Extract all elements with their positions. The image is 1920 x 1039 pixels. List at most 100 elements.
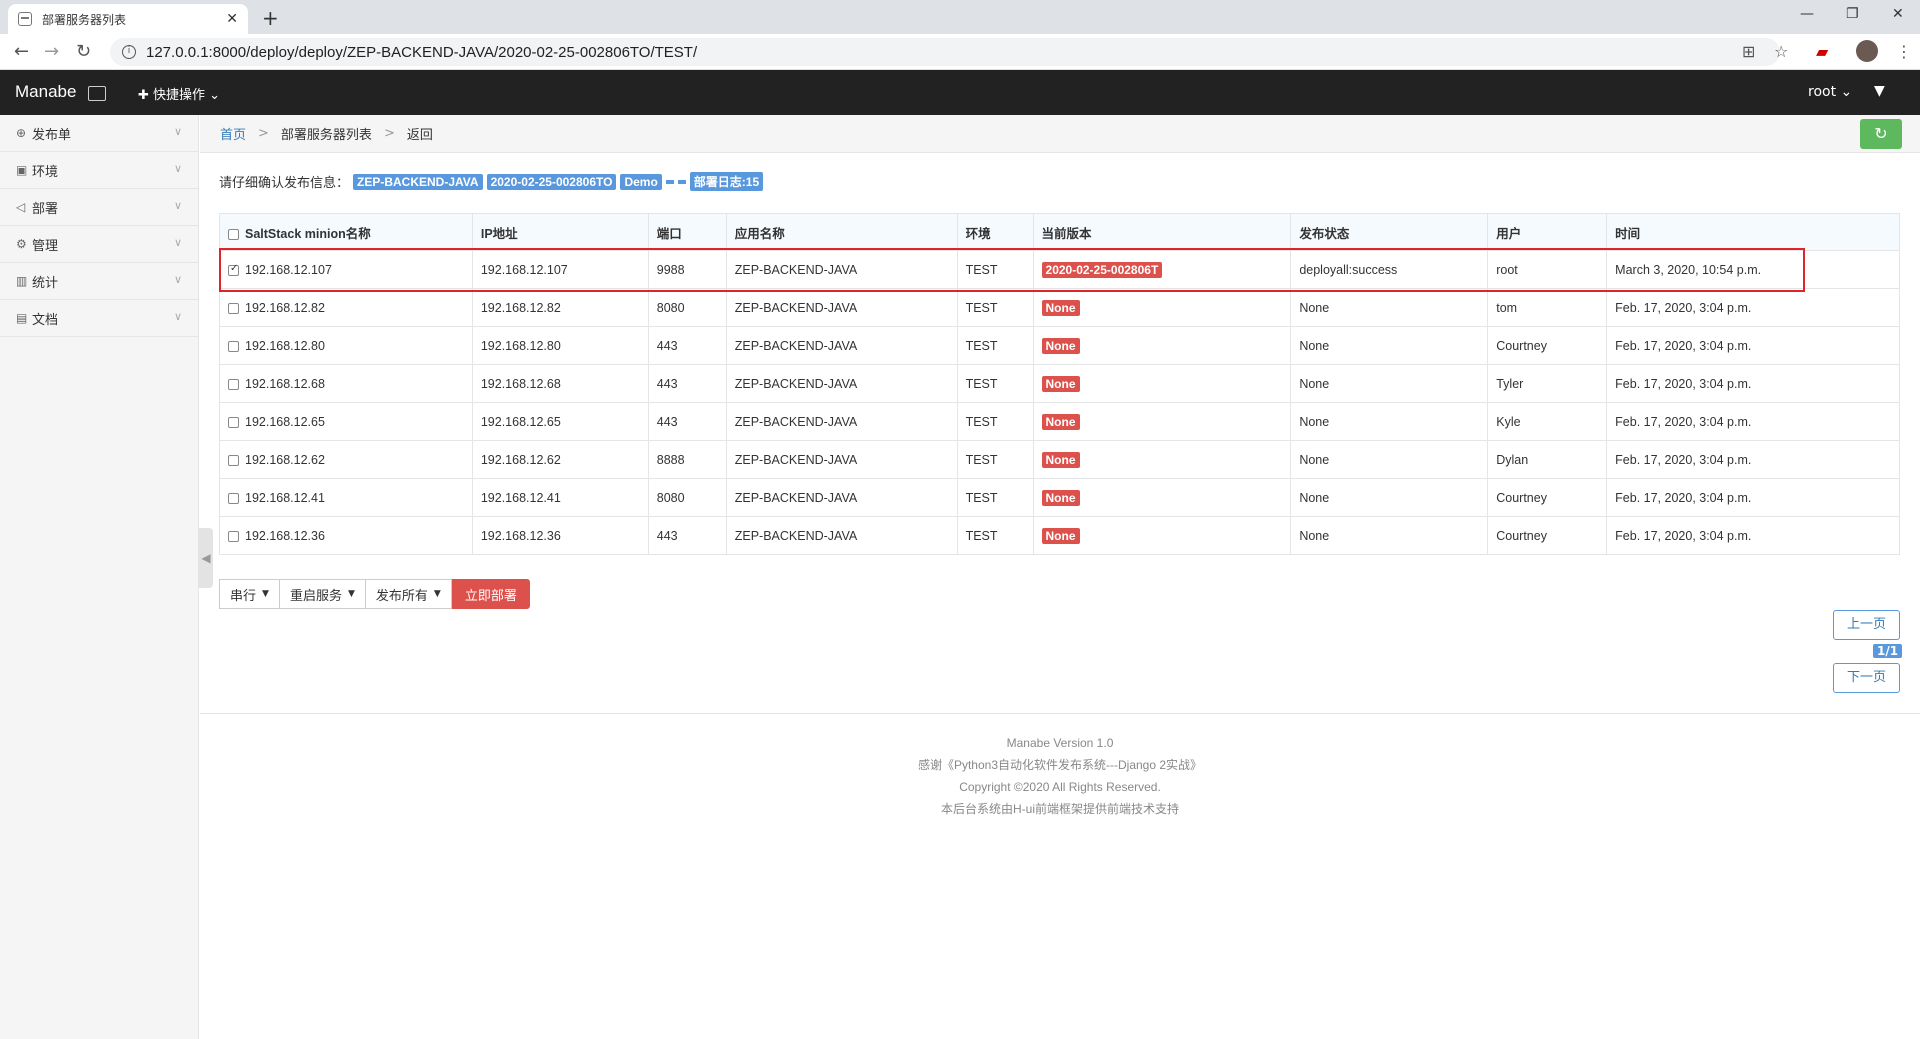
breadcrumb-back-link[interactable]: 返回 [407, 124, 433, 143]
site-info-icon[interactable]: i [122, 45, 136, 59]
brand-logo[interactable]: Manabe [15, 82, 76, 102]
breadcrumb-separator: > [383, 126, 395, 141]
env-cell: TEST [956, 440, 1034, 479]
page-indicator: 1/1 [1873, 644, 1903, 658]
restart-service-dropdown-button[interactable]: 重启服务 ▼ [279, 579, 366, 609]
row-checkbox[interactable] [228, 302, 239, 314]
app-cell: ZEP-BACKEND-JAVA [725, 402, 958, 441]
user-cell: Courtney [1487, 516, 1608, 555]
document-icon: ▤ [16, 311, 28, 325]
back-arrow-icon[interactable]: ← [14, 41, 29, 62]
env-cell: TEST [956, 478, 1034, 517]
sidebar-collapse-handle[interactable]: ◀ [199, 528, 213, 588]
table-row[interactable]: 192.168.12.36 192.168.12.36 443 ZEP-BACK… [219, 516, 1900, 555]
tab-title: 部署服务器列表 [42, 12, 127, 27]
forward-arrow-icon[interactable]: → [44, 41, 59, 62]
minimize-icon[interactable]: — [1800, 6, 1814, 22]
port-cell: 8888 [647, 440, 727, 479]
bar-chart-icon: ▥ [16, 274, 28, 288]
sidebar-item-stats[interactable]: ▥ 统计 ∨ [0, 263, 198, 300]
table-row[interactable]: 192.168.12.80 192.168.12.80 443 ZEP-BACK… [219, 326, 1900, 365]
serial-dropdown-button[interactable]: 串行 ▼ [219, 579, 280, 609]
table-header-row: SaltStack minion名称 IP地址 端口 应用名称 环境 当前版本 … [219, 213, 1900, 251]
row-checkbox[interactable] [228, 492, 239, 504]
window-close-icon[interactable]: ✕ [1892, 6, 1904, 22]
status-cell: None [1290, 402, 1489, 441]
row-checkbox[interactable] [228, 454, 239, 466]
table-row[interactable]: 192.168.12.65 192.168.12.65 443 ZEP-BACK… [219, 402, 1900, 441]
app-cell: ZEP-BACKEND-JAVA [725, 440, 958, 479]
browser-tab-strip: 部署服务器列表 ✕ + — ❐ ✕ [0, 0, 1920, 34]
ip-cell: 192.168.12.68 [471, 364, 649, 403]
row-checkbox[interactable] [228, 378, 239, 390]
sidebar-item-release[interactable]: ⊕ 发布单 ∨ [0, 115, 198, 152]
sidebar-item-label: 管理 [32, 238, 59, 254]
footer: Manabe Version 1.0 感谢《Python3自动化软件发布系统--… [200, 713, 1920, 820]
sidebar-item-manage[interactable]: ⚙ 管理 ∨ [0, 226, 198, 263]
port-cell: 9988 [647, 250, 727, 289]
time-cell: Feb. 17, 2020, 3:04 p.m. [1606, 516, 1900, 555]
sidebar-item-deploy[interactable]: ◁ 部署 ∨ [0, 189, 198, 226]
next-page-button[interactable]: 下一页 [1833, 663, 1900, 693]
row-checkbox[interactable] [228, 416, 239, 428]
translate-icon[interactable]: ⊞ [1742, 42, 1755, 61]
table-row[interactable]: 192.168.12.107 192.168.12.107 9988 ZEP-B… [219, 250, 1900, 289]
page-favicon-icon [18, 12, 32, 26]
chevron-down-icon: ∨ [173, 199, 182, 212]
env-label: Demo [620, 173, 662, 190]
user-menu[interactable]: root ⌄ [1808, 84, 1852, 100]
version-cell: 2020-02-25-002806T [1032, 250, 1292, 289]
ip-cell: 192.168.12.80 [471, 326, 649, 365]
address-bar[interactable]: i 127.0.0.1:8000/deploy/deploy/ZEP-BACKE… [110, 38, 1780, 66]
version-badge: None [1041, 489, 1080, 506]
column-header: SaltStack minion名称 [219, 213, 473, 251]
breadcrumb: 首页 > 部署服务器列表 > 返回 [200, 115, 1920, 153]
user-cell: Courtney [1487, 326, 1608, 365]
user-cell: Tyler [1487, 364, 1608, 403]
refresh-button[interactable]: ↻ [1860, 119, 1902, 149]
column-header: 应用名称 [725, 213, 958, 251]
env-cell: TEST [956, 326, 1034, 365]
app-cell: ZEP-BACKEND-JAVA [725, 364, 958, 403]
version-cell: None [1032, 326, 1292, 365]
caret-down-icon: ▼ [347, 589, 355, 599]
version-badge: None [1041, 337, 1080, 354]
deploy-all-dropdown-button[interactable]: 发布所有 ▼ [365, 579, 452, 609]
table-row[interactable]: 192.168.12.62 192.168.12.62 8888 ZEP-BAC… [219, 440, 1900, 479]
sidebar-item-label: 环境 [32, 164, 59, 180]
version-cell: None [1032, 288, 1292, 327]
confirm-text: 请仔细确认发布信息： [219, 176, 350, 191]
port-cell: 8080 [647, 478, 727, 517]
row-checkbox[interactable] [228, 263, 239, 276]
prev-page-button[interactable]: 上一页 [1833, 610, 1900, 640]
skin-tshirt-icon[interactable]: ▼ [1874, 83, 1885, 99]
bookmark-star-icon[interactable]: ☆ [1774, 42, 1788, 61]
minion-cell: 192.168.12.80 [219, 326, 473, 365]
quick-action-menu[interactable]: ✚ 快捷操作 ⌄ [138, 84, 220, 103]
pdf-extension-icon[interactable]: ▰ [1816, 42, 1828, 61]
sidebar-item-docs[interactable]: ▤ 文档 ∨ [0, 300, 198, 337]
restore-icon[interactable]: ❐ [1846, 6, 1859, 22]
profile-avatar[interactable] [1856, 40, 1878, 62]
breadcrumb-home-link[interactable]: 首页 [220, 124, 246, 143]
row-checkbox[interactable] [228, 340, 239, 352]
version-badge: None [1041, 375, 1080, 392]
sidebar-item-label: 统计 [32, 275, 59, 291]
table-row[interactable]: 192.168.12.82 192.168.12.82 8080 ZEP-BAC… [219, 288, 1900, 327]
select-all-checkbox[interactable] [228, 228, 239, 240]
status-cell: deployall:success [1290, 250, 1489, 289]
browser-tab[interactable]: 部署服务器列表 ✕ [8, 4, 248, 34]
server-table: SaltStack minion名称 IP地址 端口 应用名称 环境 当前版本 … [219, 213, 1900, 555]
browser-menu-icon[interactable]: ⋮ [1896, 42, 1912, 61]
deploy-now-button[interactable]: 立即部署 [451, 579, 530, 609]
minion-cell: 192.168.12.62 [219, 440, 473, 479]
sidebar-item-environment[interactable]: ▣ 环境 ∨ [0, 152, 198, 189]
new-tab-button[interactable]: + [262, 6, 279, 30]
table-row[interactable]: 192.168.12.68 192.168.12.68 443 ZEP-BACK… [219, 364, 1900, 403]
table-row[interactable]: 192.168.12.41 192.168.12.41 8080 ZEP-BAC… [219, 478, 1900, 517]
version-cell: None [1032, 440, 1292, 479]
env-cell: TEST [956, 402, 1034, 441]
reload-icon[interactable]: ↻ [76, 41, 91, 62]
tab-close-icon[interactable]: ✕ [226, 11, 238, 27]
row-checkbox[interactable] [228, 530, 239, 542]
